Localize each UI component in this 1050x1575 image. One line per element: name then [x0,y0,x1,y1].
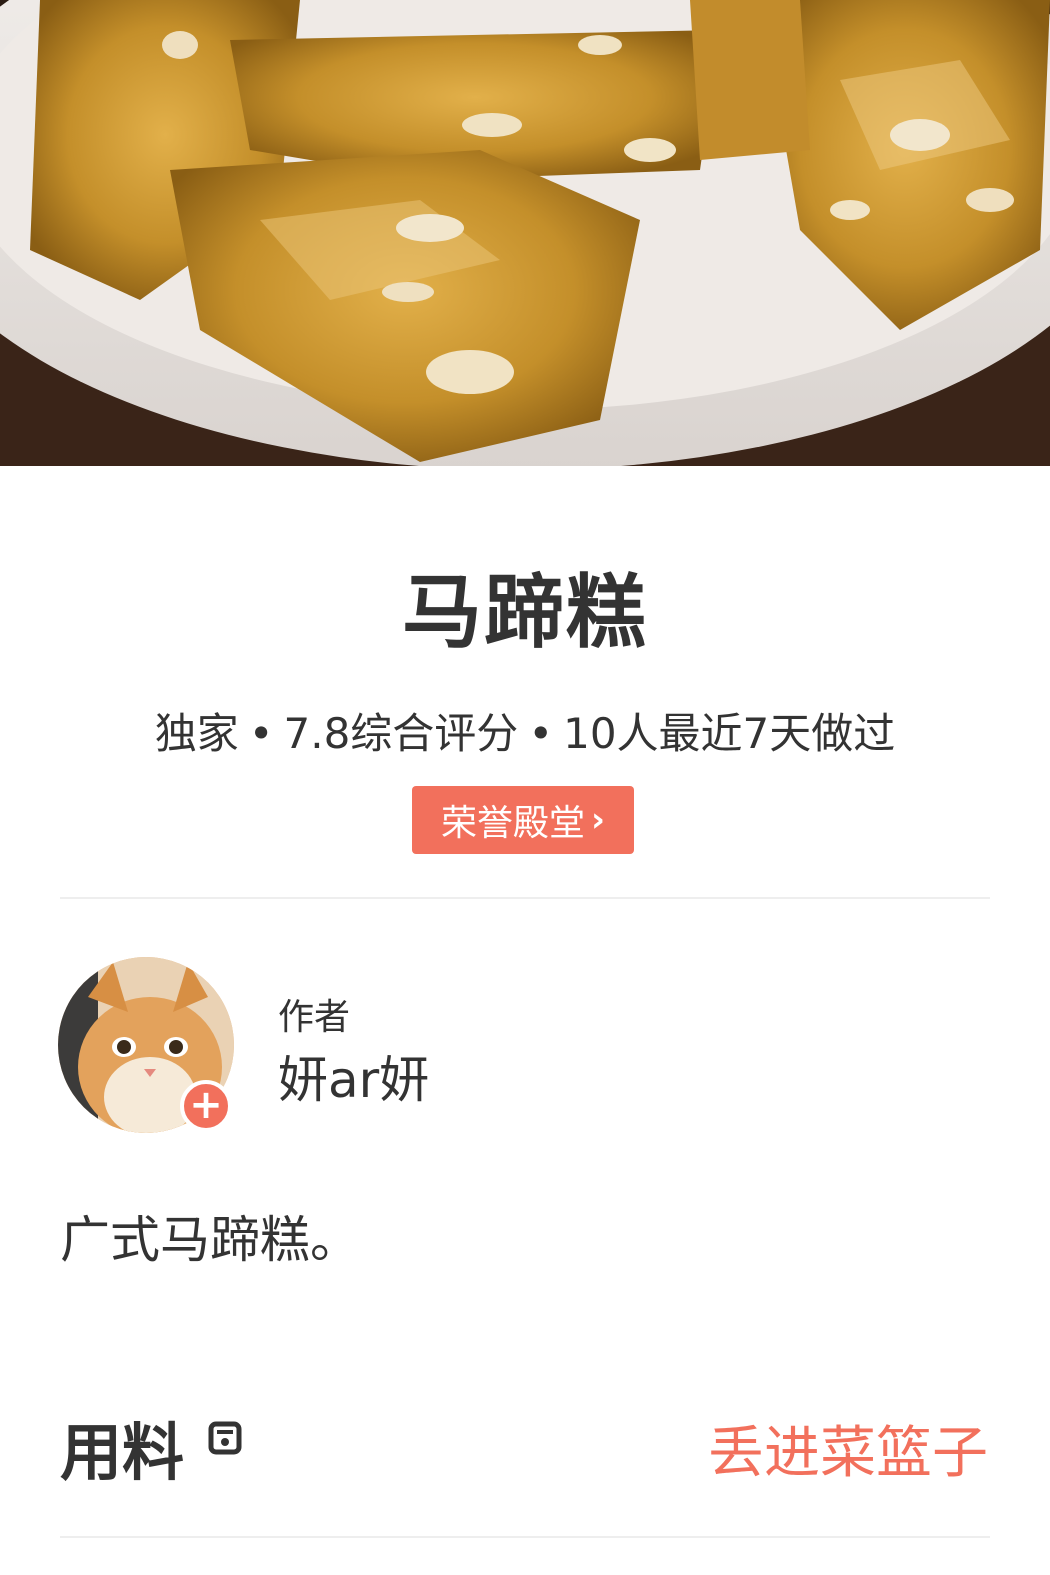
exclusive-tag: 独家 [154,709,239,758]
rating-text: 7.8综合评分 [283,709,519,758]
scale-icon[interactable] [205,1418,245,1458]
meta-separator: • [528,709,554,758]
author-label: 作者 [278,997,351,1038]
follow-author-button[interactable]: + [180,1080,232,1132]
author-name[interactable]: 妍ar妍 [278,1040,429,1112]
ingredients-heading: 用料 [60,1416,185,1489]
food-photo-illustration [0,0,1050,466]
recipe-title: 马蹄糕 [402,566,648,659]
made-count-text: 10人最近7天做过 [563,709,896,758]
chevron-right-icon: › [591,800,606,840]
divider [60,897,990,899]
recipe-description: 广式马蹄糕。 [60,1211,360,1269]
hero-food-photo[interactable] [0,0,1050,466]
recipe-meta: 独家 • 7.8综合评分 • 10人最近7天做过 [0,700,1050,761]
divider [60,1536,990,1538]
meta-separator: • [248,709,274,758]
add-to-basket-link[interactable]: 丢进菜篮子 [708,1408,988,1489]
hall-of-fame-button[interactable]: 荣誉殿堂 › [412,786,634,854]
recipe-page: 马蹄糕 独家 • 7.8综合评分 • 10人最近7天做过 荣誉殿堂 › + 作者 妍ar… [0,0,1050,1575]
hall-of-fame-label: 荣誉殿堂 [440,803,585,844]
